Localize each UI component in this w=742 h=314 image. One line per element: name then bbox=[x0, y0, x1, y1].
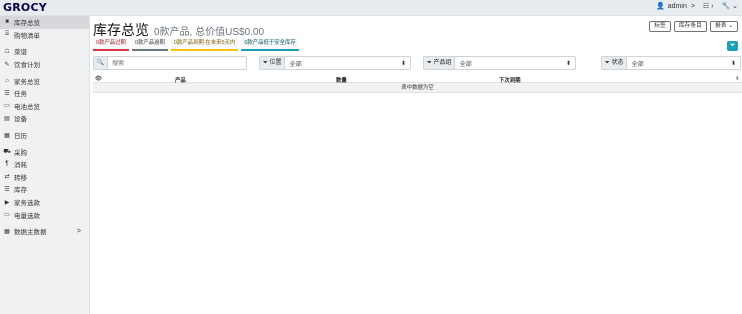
page-title: 库存总览 bbox=[93, 22, 149, 38]
home-icon: ⌂ bbox=[5, 77, 9, 84]
product-group-select[interactable]: ⏷ 产品组 全部 ⬍ bbox=[423, 56, 576, 70]
sidebar-item-label: 采购 bbox=[14, 149, 27, 157]
list-icon: ☰ bbox=[4, 186, 10, 193]
sidebar-item-label: 消耗 bbox=[14, 162, 27, 170]
sidebar-item-label: 任务 bbox=[14, 91, 27, 99]
sidebar-item-transfer[interactable]: ⇄ 转移 bbox=[0, 171, 89, 184]
battery-icon: ▭ bbox=[4, 103, 10, 110]
select-label: 位置 bbox=[269, 60, 282, 66]
brand-logo[interactable]: GROCY bbox=[3, 1, 47, 14]
column-next-due[interactable]: 下次到期 bbox=[499, 76, 521, 84]
product-group-filter-label: ⏷ 产品组 bbox=[424, 57, 456, 69]
sort-icon[interactable]: ⬍ bbox=[735, 76, 740, 82]
filter-below-min-stock[interactable]: 0款产品低于安全库存 bbox=[241, 38, 299, 51]
settings-wrench-icon[interactable]: 🔧 ⌄ bbox=[721, 2, 738, 10]
select-arrow-icon: ⬍ bbox=[400, 60, 406, 67]
truck-icon: ⛟ bbox=[3, 148, 11, 155]
sidebar-item-label: 饮食计划 bbox=[14, 62, 40, 70]
recipe-icon: ☖ bbox=[4, 48, 10, 55]
table-empty-message: 表中数据为空 bbox=[93, 83, 742, 93]
user-name: admin bbox=[667, 3, 687, 10]
stock-table: 👁 产品 数量 下次到期 ⬍ 表中数据为空 bbox=[93, 75, 742, 93]
labels-button[interactable]: 标签 bbox=[649, 21, 671, 32]
sidebar: ■ 库存总览 ⌸ 购物清单 ☖ 菜谱 ✎ 饮食计划 ⌂ 家务总览 ☰ 任务 ▭ 电池总览 ▤ 设… bbox=[0, 16, 90, 314]
table-options-icon[interactable]: ⏷ bbox=[727, 41, 738, 51]
select-value: 全部 bbox=[459, 60, 472, 68]
status-select[interactable]: ⏷ 状态 全部 ⬍ bbox=[601, 56, 741, 70]
sidebar-item-meal-plan[interactable]: ✎ 饮食计划 bbox=[0, 58, 89, 71]
location-filter-label: ⏷ 位置 bbox=[260, 57, 286, 69]
filter-expired[interactable]: 0款产品过期 bbox=[93, 38, 129, 51]
sidebar-item-label: 日历 bbox=[14, 133, 27, 141]
status-filter-label: ⏷ 状态 bbox=[602, 57, 628, 69]
filter-inputs: 🔍 ⏷ 位置 全部 ⬍ ⏷ 产品组 全部 ⬍ ⏷ 状态 全部 ⬍ bbox=[93, 56, 742, 71]
meal-plan-icon: ✎ bbox=[4, 61, 10, 68]
play-icon: ▶ bbox=[4, 199, 10, 206]
table-header: 👁 产品 数量 下次到期 ⬍ bbox=[93, 75, 742, 84]
user-menu[interactable]: 👤 admin > bbox=[656, 2, 695, 10]
select-arrow-icon: ⬍ bbox=[730, 60, 736, 67]
sidebar-item-inventory[interactable]: ☰ 库存 bbox=[0, 183, 89, 196]
sidebar-item-calendar[interactable]: ▦ 日历 bbox=[0, 129, 89, 142]
sidebar-item-battery-tracking[interactable]: ▭ 电量选款 bbox=[0, 208, 89, 221]
sidebar-item-chores-overview[interactable]: ⌂ 家务总览 bbox=[0, 74, 89, 87]
table-icon: ▦ bbox=[4, 228, 10, 235]
utensils-icon: ¶ bbox=[5, 161, 9, 168]
sidebar-item-label: 数据主数据 bbox=[14, 229, 47, 237]
sidebar-item-master-data[interactable]: ▦ 数据主数据 > bbox=[0, 225, 89, 238]
sidebar-item-label: 家务选款 bbox=[14, 200, 40, 208]
sidebar-item-chore-tracking[interactable]: ▶ 家务选款 bbox=[0, 196, 89, 209]
page-subtitle: 0款产品, 总价值US$0.00 bbox=[154, 27, 265, 38]
filter-overdue[interactable]: 0款产品逾期 bbox=[131, 38, 168, 51]
exchange-icon: ⇄ bbox=[4, 174, 10, 181]
sidebar-item-consume[interactable]: ¶ 消耗 bbox=[0, 158, 89, 171]
select-value: 全部 bbox=[289, 60, 302, 68]
select-arrow-icon: ⬍ bbox=[565, 60, 571, 67]
filter-due-soon[interactable]: 0款产品到期 在未来5天内 bbox=[170, 38, 239, 51]
location-select[interactable]: ⏷ 位置 全部 ⬍ bbox=[259, 56, 411, 70]
reports-dropdown-button[interactable]: 报表 ⌄ bbox=[709, 21, 738, 32]
sidebar-item-label: 菜谱 bbox=[14, 49, 27, 57]
sidebar-item-label: 设备 bbox=[14, 116, 27, 124]
chevron-right-icon: > bbox=[690, 3, 695, 10]
select-label: 状态 bbox=[611, 60, 624, 66]
top-right-menu: 👤 admin > ☷ › 🔧 ⌄ bbox=[648, 2, 738, 10]
status-filters: 0款产品过期 0款产品逾期 0款产品到期 在未来5天内 0款产品低于安全库存 bbox=[93, 38, 302, 51]
view-settings-icon[interactable]: ☷ › bbox=[703, 2, 714, 10]
select-label: 产品组 bbox=[433, 60, 452, 66]
sidebar-item-recipes[interactable]: ☖ 菜谱 bbox=[0, 45, 89, 58]
sidebar-item-stock-overview[interactable]: ■ 库存总览 bbox=[0, 16, 89, 29]
stock-entries-button[interactable]: 库存条目 bbox=[673, 21, 707, 32]
battery-icon: ▭ bbox=[4, 212, 10, 219]
sidebar-item-tasks[interactable]: ☰ 任务 bbox=[0, 87, 89, 100]
equipment-icon: ▤ bbox=[4, 115, 10, 122]
sidebar-item-label: 购物清单 bbox=[14, 32, 40, 40]
sidebar-item-label: 库存总览 bbox=[14, 20, 40, 28]
calendar-icon: ▦ bbox=[4, 132, 10, 139]
sidebar-item-purchase[interactable]: ⛟ 采购 bbox=[0, 145, 89, 158]
header-buttons: 标签 库存条目 报表 ⌄ bbox=[646, 21, 738, 32]
select-value: 全部 bbox=[631, 60, 644, 68]
chevron-right-icon: > bbox=[76, 227, 81, 235]
sidebar-item-label: 电池总览 bbox=[14, 103, 40, 111]
top-navbar: GROCY 👤 admin > ☷ › 🔧 ⌄ bbox=[0, 0, 742, 16]
column-amount[interactable]: 数量 bbox=[336, 76, 347, 84]
eye-icon[interactable]: 👁 bbox=[95, 76, 102, 82]
stock-icon: ■ bbox=[5, 19, 9, 26]
cart-icon: ⌸ bbox=[5, 31, 9, 38]
sidebar-item-label: 电量选款 bbox=[14, 212, 40, 220]
sidebar-item-label: 转移 bbox=[14, 174, 27, 182]
page-header: 库存总览 0款产品, 总价值US$0.00 bbox=[93, 20, 264, 38]
sidebar-item-shopping-list[interactable]: ⌸ 购物清单 bbox=[0, 29, 89, 42]
search-field: 🔍 bbox=[93, 56, 247, 70]
column-product[interactable]: 产品 bbox=[175, 76, 186, 84]
sidebar-item-label: 家务总览 bbox=[14, 78, 40, 86]
sidebar-item-equipment[interactable]: ▤ 设备 bbox=[0, 112, 89, 125]
search-icon: 🔍 bbox=[94, 57, 108, 69]
tasks-icon: ☰ bbox=[4, 90, 10, 97]
sidebar-item-batteries-overview[interactable]: ▭ 电池总览 bbox=[0, 100, 89, 113]
search-input[interactable] bbox=[108, 59, 246, 67]
sidebar-item-label: 库存 bbox=[14, 187, 27, 195]
